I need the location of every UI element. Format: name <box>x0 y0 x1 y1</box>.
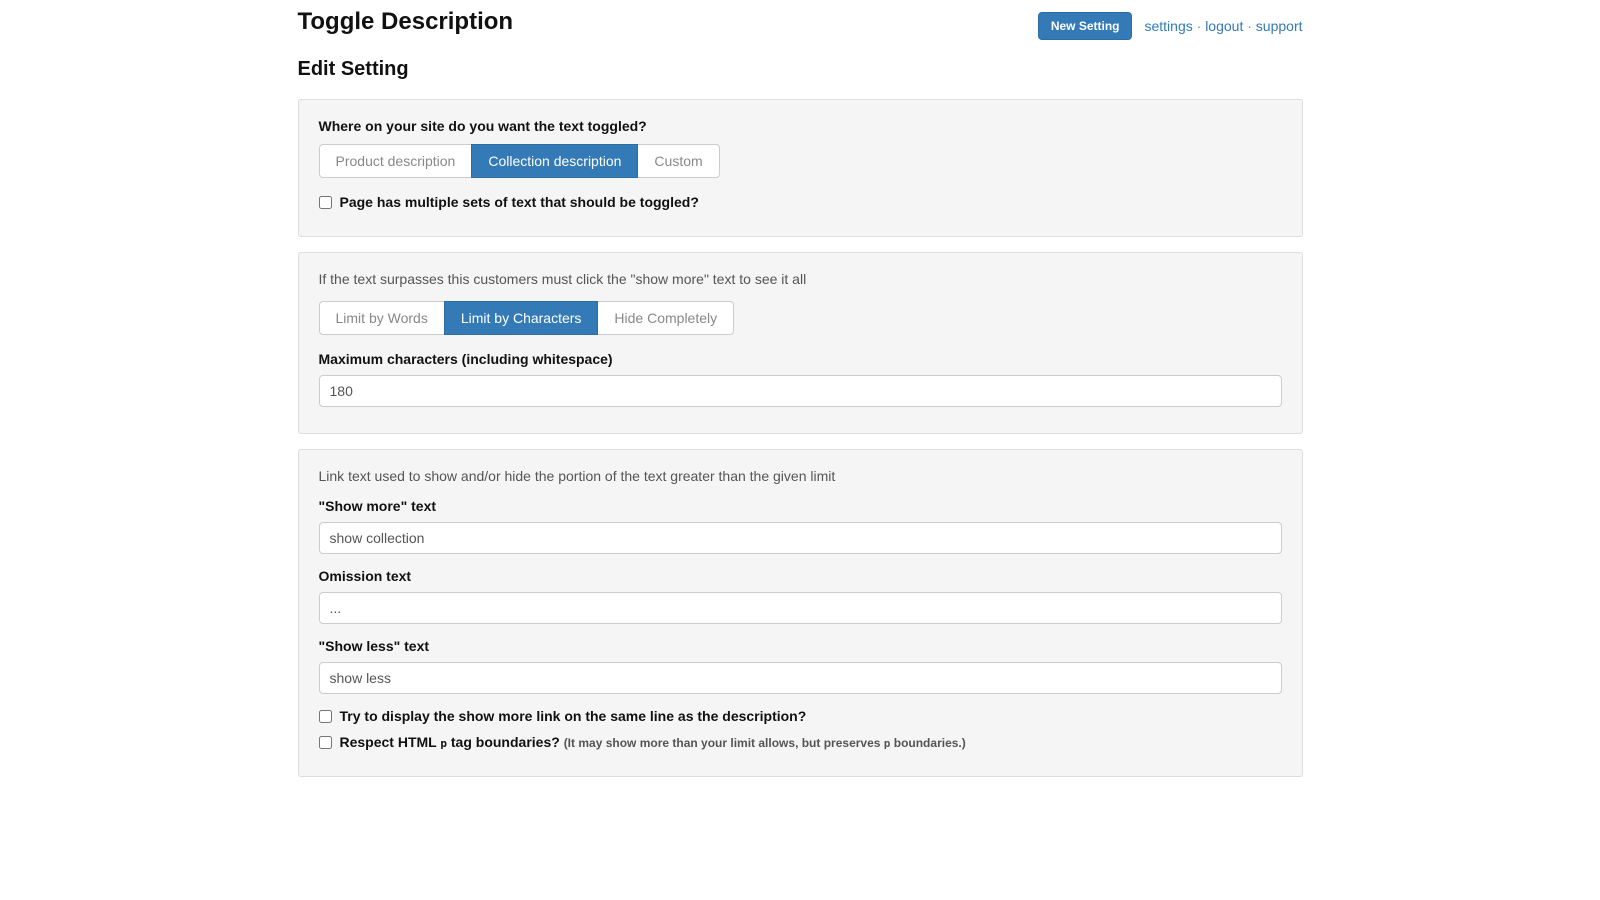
page-header: Toggle Description New Setting settings … <box>298 8 1303 40</box>
link-text-intro: Link text used to show and/or hide the p… <box>319 468 1282 484</box>
show-less-input[interactable] <box>319 662 1282 694</box>
header-links: settings · logout · support <box>1144 18 1302 34</box>
location-option-collection[interactable]: Collection description <box>471 144 638 178</box>
show-less-group: "Show less" text <box>319 638 1282 694</box>
page-title: Toggle Description <box>298 8 514 36</box>
section-title: Edit Setting <box>298 58 1303 81</box>
respect-p-checkbox[interactable] <box>319 736 332 749</box>
support-link[interactable]: support <box>1256 18 1303 34</box>
location-toggle-group: Product description Collection descripti… <box>319 144 1282 178</box>
respect-p-label[interactable]: Respect HTML p tag boundaries? (It may s… <box>340 734 966 750</box>
limit-panel: If the text surpasses this customers mus… <box>298 252 1303 434</box>
max-chars-input[interactable] <box>319 375 1282 407</box>
limit-intro: If the text surpasses this customers mus… <box>319 271 1282 287</box>
link-text-panel: Link text used to show and/or hide the p… <box>298 449 1303 777</box>
multiset-label[interactable]: Page has multiple sets of text that shou… <box>340 194 699 210</box>
new-setting-button[interactable]: New Setting <box>1038 12 1133 40</box>
omission-label: Omission text <box>319 568 1282 584</box>
multiset-checkbox[interactable] <box>319 196 332 209</box>
location-option-custom[interactable]: Custom <box>637 144 719 178</box>
max-chars-group: Maximum characters (including whitespace… <box>319 351 1282 407</box>
show-more-label: "Show more" text <box>319 498 1282 514</box>
omission-input[interactable] <box>319 592 1282 624</box>
multiset-row: Page has multiple sets of text that shou… <box>319 194 1282 210</box>
show-more-group: "Show more" text <box>319 498 1282 554</box>
location-option-product[interactable]: Product description <box>319 144 473 178</box>
same-line-checkbox[interactable] <box>319 710 332 723</box>
show-more-input[interactable] <box>319 522 1282 554</box>
respect-p-prefix: Respect HTML <box>340 734 441 750</box>
respect-p-hint: (It may show more than your limit allows… <box>564 736 966 750</box>
header-actions: New Setting settings · logout · support <box>1038 8 1303 40</box>
respect-p-code1: p <box>440 737 447 750</box>
location-question: Where on your site do you want the text … <box>319 118 1282 134</box>
omission-group: Omission text <box>319 568 1282 624</box>
logout-link[interactable]: logout <box>1205 18 1243 34</box>
limit-toggle-group: Limit by Words Limit by Characters Hide … <box>319 301 1282 335</box>
page-container: Toggle Description New Setting settings … <box>298 0 1303 777</box>
max-chars-label: Maximum characters (including whitespace… <box>319 351 1282 367</box>
same-line-row: Try to display the show more link on the… <box>319 708 1282 724</box>
limit-option-chars[interactable]: Limit by Characters <box>444 301 599 335</box>
show-less-label: "Show less" text <box>319 638 1282 654</box>
respect-p-mid: tag boundaries? <box>447 734 564 750</box>
same-line-label[interactable]: Try to display the show more link on the… <box>340 708 807 724</box>
settings-link[interactable]: settings <box>1144 18 1192 34</box>
limit-option-words[interactable]: Limit by Words <box>319 301 445 335</box>
limit-option-hide[interactable]: Hide Completely <box>597 301 734 335</box>
respect-p-row: Respect HTML p tag boundaries? (It may s… <box>319 734 1282 750</box>
location-panel: Where on your site do you want the text … <box>298 99 1303 237</box>
